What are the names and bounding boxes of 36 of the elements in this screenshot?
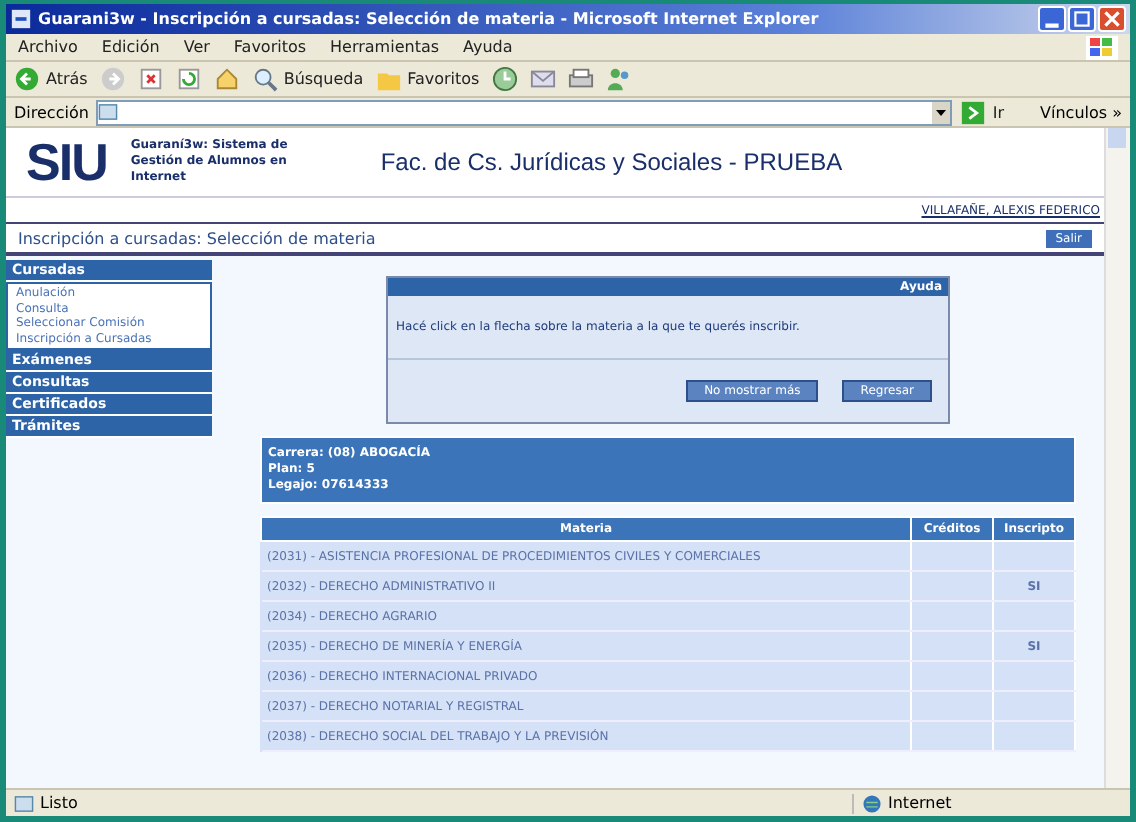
menu-item[interactable]: Archivo: [18, 38, 78, 56]
go-button[interactable]: Ir: [960, 99, 1005, 125]
history-icon[interactable]: [491, 66, 518, 92]
browser-icon: [10, 8, 32, 30]
page-icon: [14, 793, 34, 813]
maximize-icon[interactable]: [1068, 6, 1096, 32]
print-icon[interactable]: [567, 66, 594, 92]
close-icon[interactable]: [1098, 6, 1126, 32]
menu-item[interactable]: Edición: [101, 38, 160, 56]
refresh-icon[interactable]: [175, 66, 202, 92]
zone-text: Internet: [888, 794, 952, 812]
home-icon[interactable]: [213, 66, 240, 92]
back-button[interactable]: Atrás: [14, 66, 88, 92]
scrollbar[interactable]: [1104, 128, 1130, 788]
faculty-name: Fac. de Cs. Jurídicas y Sociales - PRUEBA: [380, 148, 843, 176]
search-button[interactable]: Búsqueda: [251, 66, 364, 92]
menu-item[interactable]: Ayuda: [463, 38, 513, 56]
status-text: Listo: [40, 794, 78, 812]
menu-item[interactable]: Herramientas: [330, 38, 440, 56]
search-icon: [251, 66, 278, 92]
stop-icon[interactable]: [137, 66, 164, 92]
mail-icon[interactable]: [529, 66, 556, 92]
menu-item[interactable]: Ver: [183, 38, 210, 56]
address-field[interactable]: [96, 99, 953, 125]
globe-icon: [862, 793, 882, 813]
menu-item[interactable]: Favoritos: [233, 38, 307, 56]
links-label[interactable]: Vínculos »: [1040, 103, 1122, 121]
minimize-icon[interactable]: [1038, 6, 1066, 32]
page-icon: [98, 102, 119, 122]
people-icon[interactable]: [605, 66, 632, 92]
address-label: Dirección: [14, 103, 89, 121]
favorites-button[interactable]: Favoritos: [375, 66, 480, 92]
siu-logo: SIU: [26, 131, 107, 193]
page-title: Inscripción a cursadas: Selección de materia: [18, 229, 376, 247]
window-title: Guarani3w - Inscripción a cursadas: Selección de materia - Microsoft Internet Explorer: [38, 10, 821, 28]
windows-logo-icon: [1086, 35, 1118, 59]
